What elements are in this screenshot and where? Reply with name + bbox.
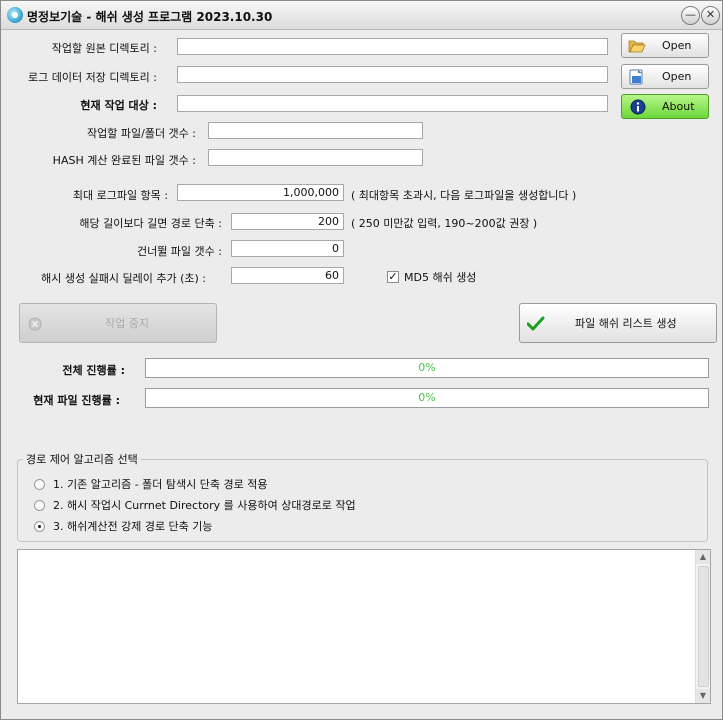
about-button[interactable]: About <box>621 94 709 119</box>
path-length-hint: ( 250 미만값 입력, 190~200값 권장 ) <box>351 217 538 230</box>
log-dir-label: 로그 데이터 저장 디렉토리 : <box>27 71 157 84</box>
delay-label: 해시 생성 실패시 딜레이 추가 (초) : <box>41 272 206 285</box>
window-title: 명정보기술 - 해쉬 생성 프로그램 2023.10.30 <box>27 10 273 24</box>
open-log-button[interactable]: Open <box>621 64 709 89</box>
save-folder-icon <box>629 69 643 85</box>
total-progress-text: 0% <box>418 361 436 374</box>
source-dir-input[interactable] <box>177 38 608 55</box>
log-textarea[interactable]: ▲ ▼ <box>17 549 711 704</box>
file-progress-text: 0% <box>418 391 436 404</box>
total-progress-label: 전체 진행률 : <box>62 364 125 377</box>
scroll-thumb[interactable] <box>698 566 709 687</box>
algorithm-option-3-radio[interactable] <box>34 521 45 532</box>
path-length-label: 해당 길이보다 길면 경로 단축 : <box>79 217 222 230</box>
folder-open-icon <box>628 40 646 53</box>
file-progress-bar: 0% <box>145 388 709 408</box>
main-window: 명정보기술 - 해쉬 생성 프로그램 2023.10.30 — ✕ 작업할 원본… <box>0 0 723 720</box>
open-source-button[interactable]: Open <box>621 33 709 58</box>
scroll-up-arrow-icon[interactable]: ▲ <box>696 550 710 564</box>
skip-count-input[interactable]: 0 <box>231 240 344 257</box>
open-source-label: Open <box>662 39 692 52</box>
about-label: About <box>662 100 695 113</box>
max-log-input[interactable]: 1,000,000 <box>177 184 344 201</box>
scroll-down-arrow-icon[interactable]: ▼ <box>696 689 710 703</box>
skip-count-label: 건너뛸 파일 갯수 : <box>136 245 222 258</box>
md5-label: MD5 해쉬 생성 <box>404 271 477 284</box>
current-target-field <box>177 95 608 112</box>
stop-icon <box>28 317 42 331</box>
stop-label: 작업 중지 <box>105 317 149 330</box>
current-target-label: 현재 작업 대상 : <box>80 99 157 112</box>
generate-hash-list-label: 파일 해쉬 리스트 생성 <box>575 317 677 330</box>
title-bar[interactable]: 명정보기술 - 해쉬 생성 프로그램 2023.10.30 — ✕ <box>1 1 722 30</box>
minimize-button[interactable]: — <box>681 6 700 25</box>
app-icon <box>7 7 23 23</box>
hash-done-count-label: HASH 계산 완료된 파일 갯수 : <box>52 154 196 167</box>
source-dir-label: 작업할 원본 디렉토리 : <box>51 42 157 55</box>
max-log-label: 최대 로그파일 항목 : <box>72 189 168 202</box>
md5-checkbox[interactable]: ✓ <box>387 271 399 283</box>
file-count-label: 작업할 파일/폴더 갯수 : <box>87 127 196 140</box>
path-length-input[interactable]: 200 <box>231 213 344 230</box>
checkmark-icon <box>527 316 545 331</box>
open-log-label: Open <box>662 70 692 83</box>
log-dir-input[interactable] <box>177 66 608 83</box>
close-button[interactable]: ✕ <box>701 6 720 25</box>
total-progress-bar: 0% <box>145 358 709 378</box>
algorithm-option-1-radio[interactable] <box>34 479 45 490</box>
max-log-hint: ( 최대항목 초과시, 다음 로그파일을 생성합니다 ) <box>351 189 577 202</box>
algorithm-option-1-label[interactable]: 1. 기존 알고리즘 - 폴더 탐색시 단축 경로 적용 <box>53 476 267 492</box>
generate-hash-list-button[interactable]: 파일 해쉬 리스트 생성 <box>519 303 717 343</box>
hash-done-count-field <box>208 149 423 166</box>
stop-button[interactable]: 작업 중지 <box>19 303 217 343</box>
delay-input[interactable]: 60 <box>231 267 344 284</box>
algorithm-group-title: 경로 제어 알고리즘 선택 <box>23 451 141 467</box>
file-count-field <box>208 122 423 139</box>
log-scrollbar[interactable]: ▲ ▼ <box>695 550 710 703</box>
info-icon <box>630 99 646 115</box>
algorithm-option-2-radio[interactable] <box>34 500 45 511</box>
algorithm-option-2-label[interactable]: 2. 해시 작업시 Currnet Directory 를 사용하여 상대경로로… <box>53 497 356 513</box>
file-progress-label: 현재 파일 진행률 : <box>33 394 120 407</box>
algorithm-option-3-label[interactable]: 3. 해쉬계산전 강제 경로 단축 기능 <box>53 518 213 534</box>
